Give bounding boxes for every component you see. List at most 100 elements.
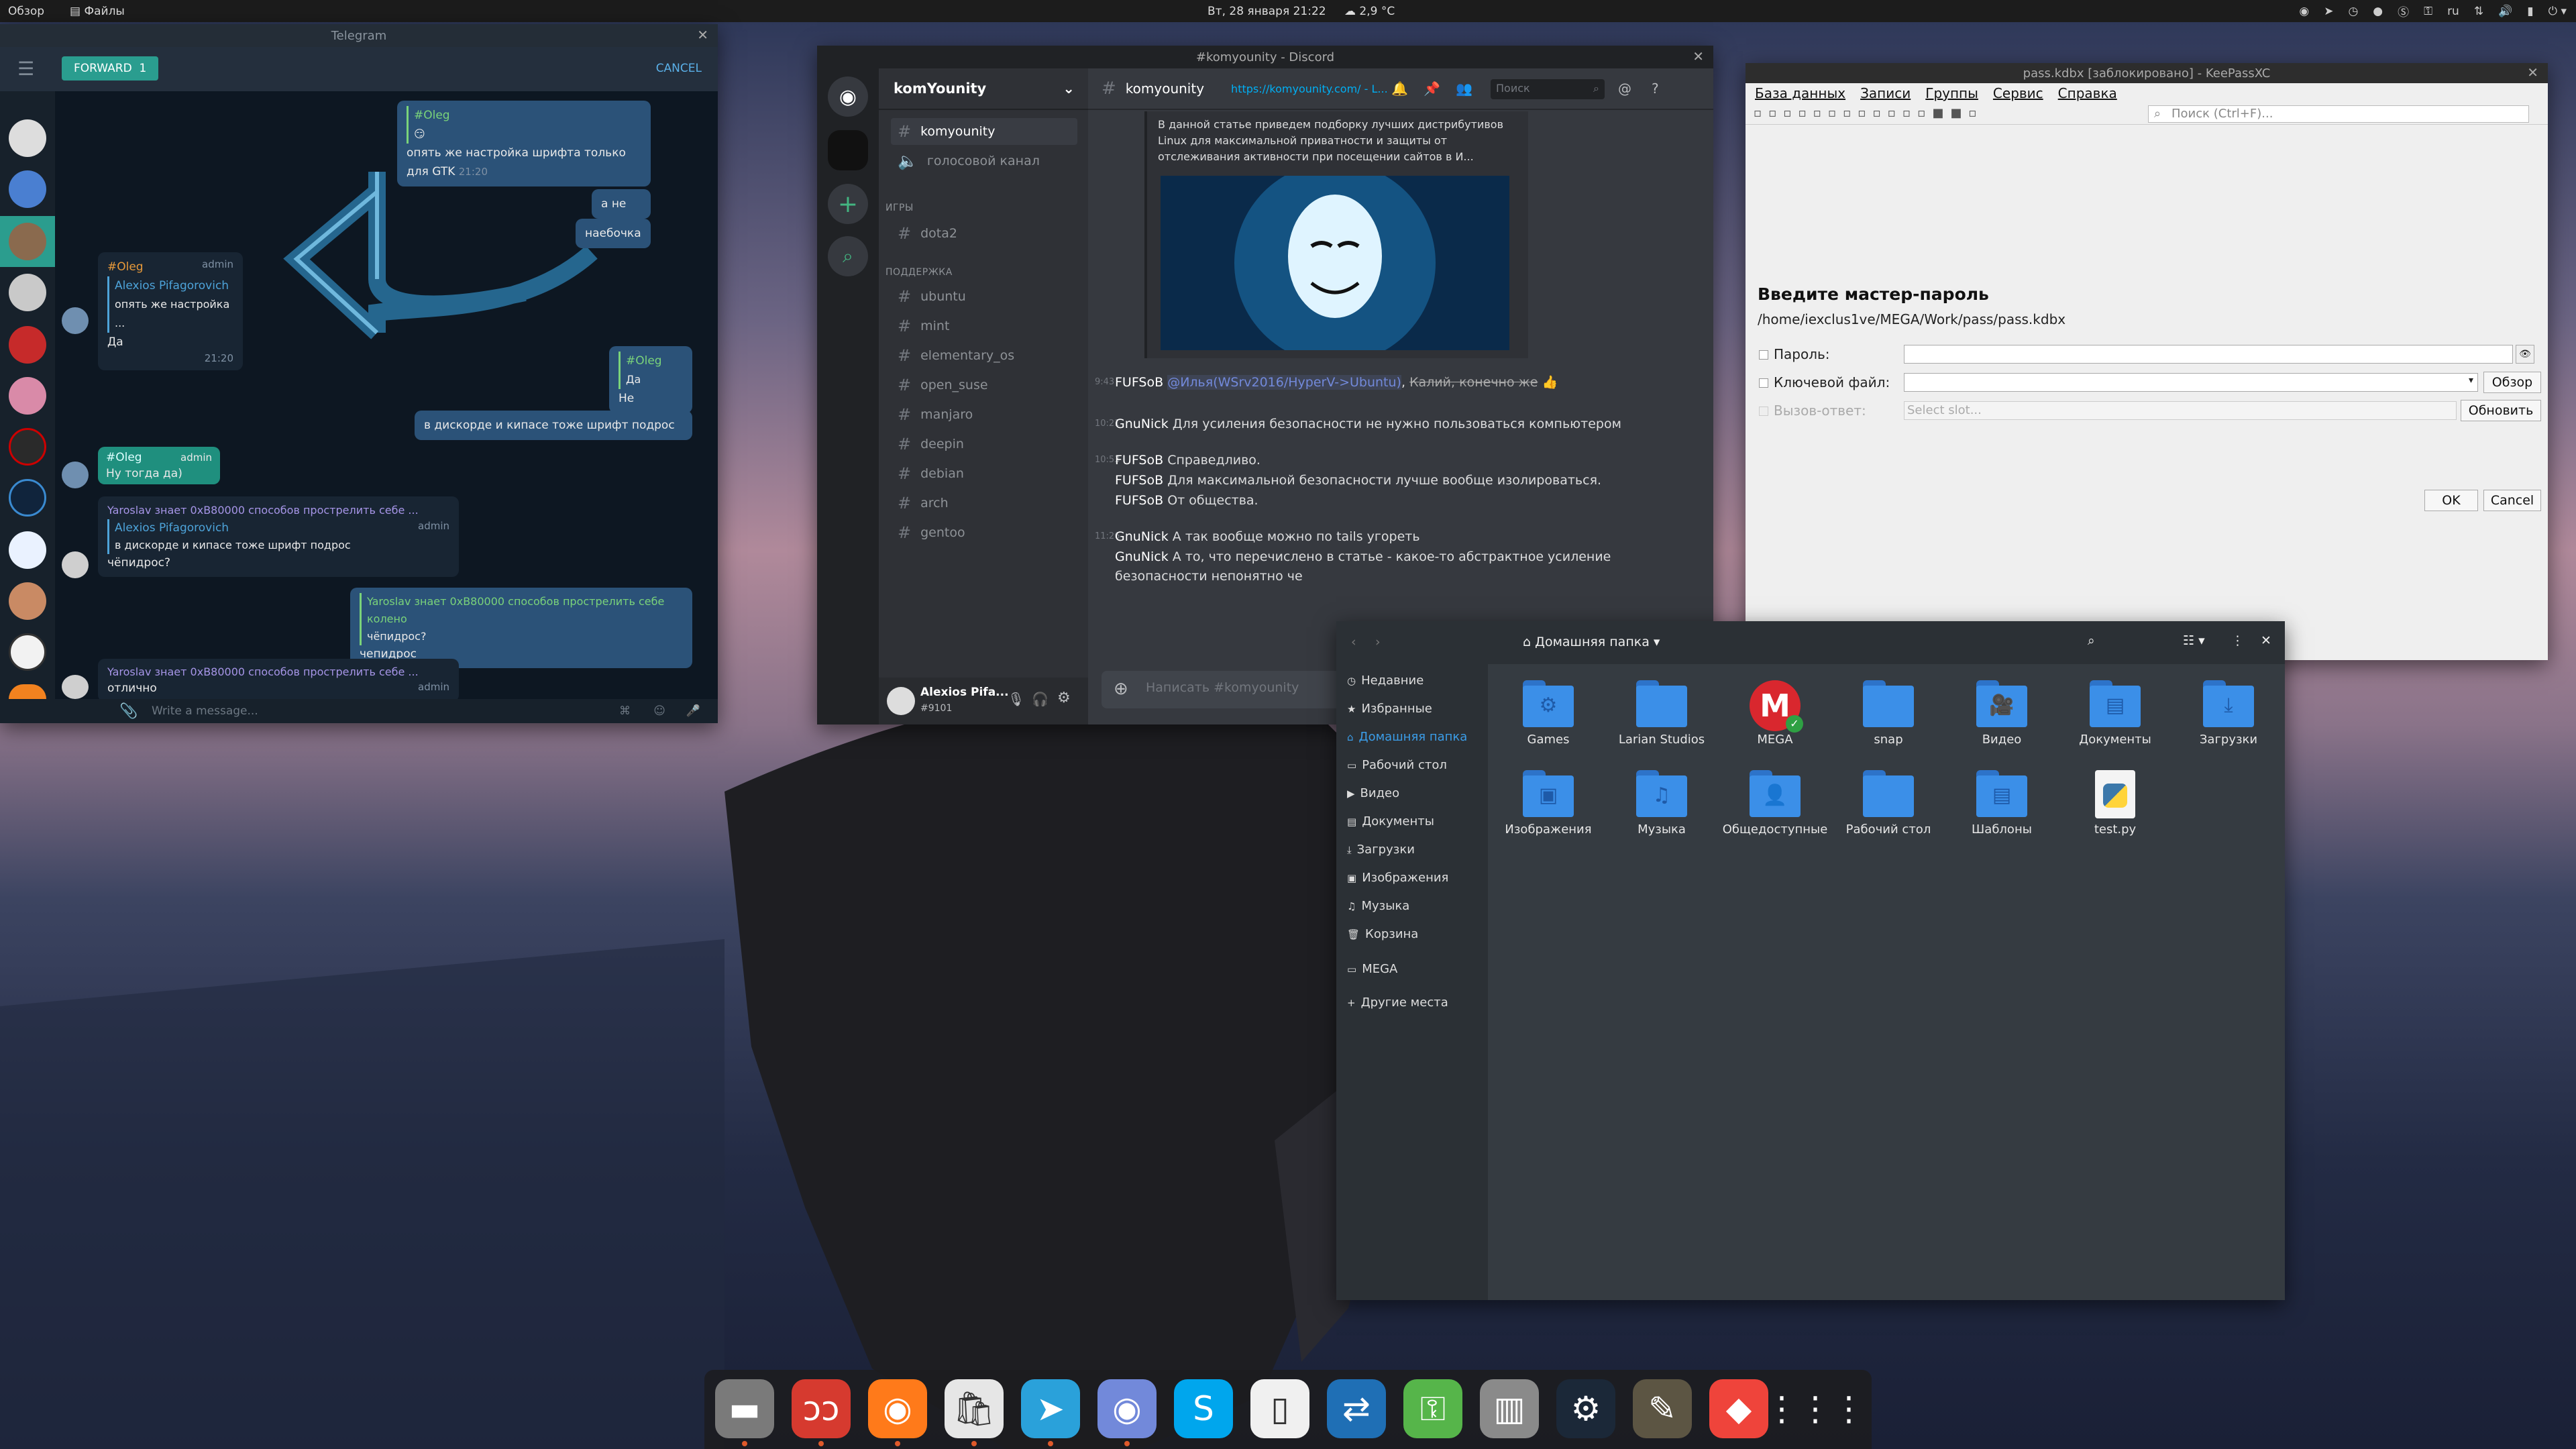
avatar[interactable] [62, 307, 89, 334]
software-icon[interactable]: 🛍 [945, 1379, 1004, 1446]
chat-message[interactable]: GnuNick Для усиления безопасности не нуж… [1115, 415, 1692, 434]
channel-item[interactable]: # komyounity [891, 118, 1077, 145]
chat-avatar[interactable] [9, 633, 46, 671]
file-item[interactable]: ⤓ Загрузки [2175, 680, 2282, 747]
chat-message[interactable]: FUFSoB @Илья(WSrv2016/HyperV->Ubuntu), К… [1115, 373, 1692, 392]
files-app-menu[interactable]: ▤ Файлы [70, 0, 125, 22]
headphones-icon[interactable]: 🎧 [1032, 691, 1049, 707]
chat-avatar[interactable] [9, 479, 46, 517]
message-bubble[interactable]: в дискорде и кипасе тоже шрифт подрос [415, 411, 692, 440]
link-embed[interactable]: В данной статье приведем подборку лучших… [1144, 111, 1528, 358]
embed-image[interactable] [1161, 176, 1509, 350]
search-input[interactable]: ⌕ Поиск (Ctrl+F)... [2148, 105, 2529, 123]
message-author[interactable]: FUFSoB [1115, 473, 1163, 488]
file-item[interactable]: ▤ Документы [2061, 680, 2169, 747]
user-name[interactable]: Alexios Pifa... [920, 686, 1009, 699]
sidebar-item[interactable]: ▭ Рабочий стол [1347, 758, 1447, 772]
category-support[interactable]: ПОДДЕРЖКА [885, 267, 953, 278]
sidebar-item[interactable]: ▤ Документы [1347, 814, 1434, 828]
channel-item[interactable]: # arch [891, 490, 1077, 517]
challenge-checkbox[interactable] [1759, 407, 1768, 416]
slot-select[interactable]: Select slot... [1904, 401, 2457, 420]
message-bubble[interactable]: Yaroslav знает 0xB80000 способов простре… [98, 659, 459, 699]
cancel-button[interactable]: Cancel [2483, 490, 2541, 511]
discord-titlebar[interactable]: #komyounity - Discord ✕ [817, 46, 1713, 68]
message-bubble[interactable]: #Oleg 😏 опять же настройка шрифта только … [397, 101, 651, 186]
chat-message[interactable]: FUFSoB Для максимальной безопасности луч… [1115, 471, 1692, 490]
microphone-icon[interactable]: 🎙 [1008, 691, 1024, 707]
browse-button[interactable]: Обзор [2483, 372, 2541, 393]
sidebar-item[interactable]: ♫ Музыка [1347, 899, 1409, 913]
file-item[interactable]: ▣ Изображения [1495, 770, 1602, 837]
telegram-icon[interactable]: ➤ [1021, 1379, 1080, 1446]
menu-database[interactable]: База данных [1755, 85, 1845, 101]
file-item[interactable]: M ✓ MEGA [1721, 680, 1829, 747]
emoji-icon[interactable]: ☺ [653, 704, 665, 718]
channel-item[interactable]: # debian [891, 460, 1077, 487]
chat-avatar[interactable] [9, 326, 46, 364]
message-bubble[interactable]: #Oleg admin Ну тогда да) [98, 447, 220, 484]
battery-icon[interactable]: ▮ [2527, 5, 2533, 18]
close-icon[interactable]: ✕ [697, 27, 708, 43]
sidebar-item[interactable]: ⤓ Загрузки [1347, 843, 1415, 857]
ok-button[interactable]: OK [2424, 490, 2478, 511]
skype-tray-icon[interactable]: Ⓢ [2398, 3, 2409, 19]
avatar[interactable] [887, 687, 915, 715]
close-icon[interactable]: ✕ [2527, 64, 2538, 80]
bell-icon[interactable]: 🔔 [1391, 80, 1408, 97]
steam-icon[interactable]: ⚙ [1556, 1379, 1615, 1438]
help-icon[interactable]: ? [1652, 80, 1659, 97]
file-item[interactable]: ▤ Шаблоны [1948, 770, 2055, 837]
sidebar-item[interactable]: 🗑 Корзина [1347, 927, 1418, 941]
network-icon[interactable]: ⇅ [2474, 5, 2483, 18]
menu-icon[interactable]: ⋮ [2231, 633, 2244, 648]
file-item[interactable]: ♫ Музыка [1608, 770, 1715, 837]
telegram-tray-icon[interactable]: ➤ [2324, 5, 2333, 18]
menu-tools[interactable]: Сервис [1993, 85, 2043, 101]
menu-icon[interactable]: ☰ [17, 58, 34, 80]
back-icon[interactable]: ‹ [1351, 635, 1356, 649]
menu-help[interactable]: Справка [2058, 85, 2117, 101]
channel-item[interactable]: # deepin [891, 431, 1077, 458]
explore-icon[interactable]: ⌕ [828, 236, 868, 276]
chat-avatar[interactable] [9, 170, 46, 208]
menu-entries[interactable]: Записи [1860, 85, 1911, 101]
discord-home-icon[interactable]: ◉ [828, 76, 868, 117]
channel-topic[interactable]: https://komyounity.com/ - L... [1231, 83, 1388, 95]
message-input[interactable]: 📎 Write a message... ⌘ ☺ 🎤 [55, 699, 718, 723]
chat-avatar[interactable] [9, 582, 46, 620]
search-input[interactable]: Поиск ⌕ [1491, 79, 1605, 99]
chat-avatar[interactable] [9, 119, 46, 157]
message-bubble[interactable]: наебочка [576, 219, 651, 248]
message-bubble[interactable]: #Oleg Да Не [609, 346, 692, 413]
chat-message[interactable]: FUFSoB От общества. [1115, 491, 1692, 511]
message-author[interactable]: GnuNick [1115, 417, 1169, 431]
message-author[interactable]: GnuNick [1115, 529, 1169, 544]
file-item[interactable]: Рабочий стол [1835, 770, 1942, 837]
sidebar-item[interactable]: ⌂ Домашняя папка [1347, 730, 1467, 744]
microphone-icon[interactable]: 🎤 [686, 704, 700, 718]
chat-avatar[interactable] [9, 377, 46, 415]
files-headerbar[interactable]: ‹ › ⌂ Домашняя папка ▾ ⌕ ☷ ▾ ⋮ ✕ [1336, 621, 2285, 664]
file-item[interactable]: 🎥 Видео [1948, 680, 2055, 747]
search-icon[interactable]: ⌕ [2088, 633, 2095, 648]
mention-icon[interactable]: @ [1618, 80, 1631, 97]
pin-icon[interactable]: 📌 [1424, 80, 1440, 97]
record-tray-icon[interactable]: ● [2373, 5, 2383, 18]
message-author[interactable]: GnuNick [1115, 549, 1169, 564]
overview-button[interactable]: Обзор [8, 0, 44, 22]
close-icon[interactable]: ✕ [1693, 48, 1704, 64]
dropdown-terminal-icon[interactable]: ↄↄ [792, 1379, 851, 1446]
channel-item[interactable]: # open_suse [891, 372, 1077, 398]
files-icon[interactable]: ▬ [715, 1379, 774, 1446]
message-bubble[interactable]: #Oleg admin Alexios Pifagorovich опять же… [98, 252, 243, 370]
gear-icon[interactable]: ⚙ [1057, 690, 1071, 706]
message-author[interactable]: FUFSoB [1115, 493, 1163, 508]
chat-avatar-active[interactable] [0, 216, 55, 267]
chat-message[interactable]: FUFSoB Справедливо. [1115, 451, 1692, 470]
voice-channel-item[interactable]: 🔈 голосовой канал [891, 148, 1077, 174]
clock-tray-icon[interactable]: ◷ [2348, 5, 2358, 18]
language-indicator[interactable]: ru [2447, 5, 2459, 18]
text-editor-icon[interactable]: ▯ [1250, 1379, 1309, 1438]
view-options-icon[interactable]: ☷ ▾ [2183, 633, 2205, 648]
